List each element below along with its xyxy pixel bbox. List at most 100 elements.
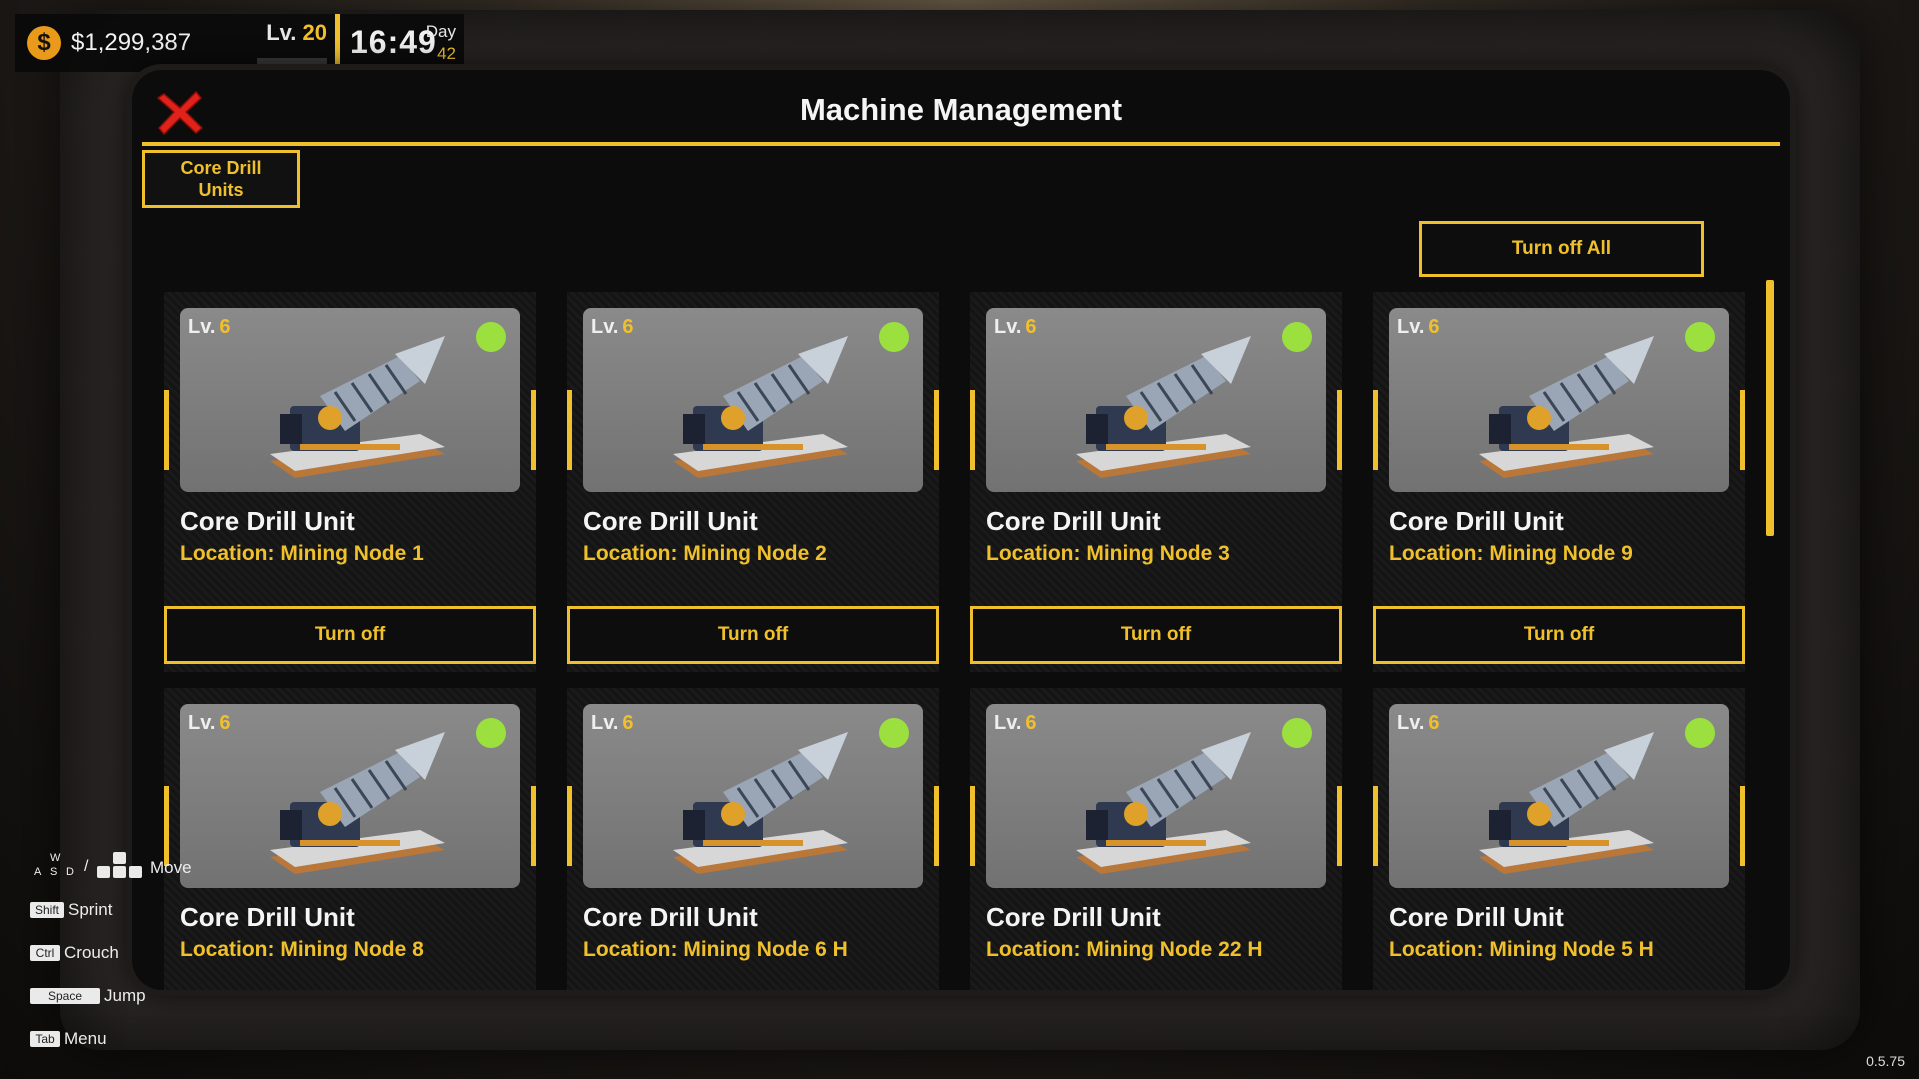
core-drill-icon — [270, 336, 445, 478]
status-indicator — [879, 718, 909, 748]
crouch-hint: Ctrl Crouch — [30, 943, 119, 963]
core-drill-icon — [673, 732, 848, 874]
machine-location: Location: Mining Node 22 H — [986, 938, 1263, 961]
machine-level: Lv. 6 — [591, 712, 634, 734]
machine-card: Lv. 6 Core Drill Unit Location: Mining No… — [567, 292, 939, 672]
coin-icon: $ — [27, 26, 61, 60]
turn-off-button[interactable]: Turn off — [164, 606, 536, 664]
machine-name: Core Drill Unit — [1389, 506, 1564, 536]
machine-card: Lv. 6 Core Drill Unit Location: Mining No… — [970, 292, 1342, 672]
status-indicator — [879, 322, 909, 352]
card-side-marker — [1373, 390, 1378, 470]
card-side-marker — [1740, 390, 1745, 470]
xp-bar — [257, 58, 327, 66]
money-display: $ $1,299,387 — [15, 14, 235, 72]
machine-location: Location: Mining Node 6 H — [583, 938, 848, 961]
day-value: 42 — [437, 44, 456, 63]
machine-name: Core Drill Unit — [180, 506, 355, 536]
card-side-marker — [1337, 390, 1342, 470]
jump-hint: Space Jump — [30, 986, 146, 1006]
machine-location: Location: Mining Node 9 — [1389, 542, 1633, 565]
panel-title: Machine Management — [799, 92, 1123, 127]
machine-level: Lv. 6 — [188, 712, 231, 734]
card-side-marker — [1337, 786, 1342, 866]
core-drill-icon — [1479, 732, 1654, 874]
core-drill-icon — [673, 336, 848, 478]
ctrl-key: Ctrl — [30, 945, 60, 961]
level-label: Lv. — [266, 20, 297, 45]
machine-level: Lv. 6 — [994, 316, 1037, 338]
card-side-marker — [934, 786, 939, 866]
machine-name: Core Drill Unit — [1389, 902, 1564, 932]
core-drill-icon — [1076, 732, 1251, 874]
machine-thumbnail: Lv. 6 — [583, 704, 923, 888]
status-indicator — [476, 718, 506, 748]
player-level: Lv. 20 — [235, 14, 335, 72]
machine-name: Core Drill Unit — [986, 506, 1161, 536]
card-side-marker — [934, 390, 939, 470]
machine-thumbnail: Lv. 6 — [986, 308, 1326, 492]
card-side-marker — [567, 786, 572, 866]
menu-hint: Tab Menu — [30, 1029, 107, 1049]
machine-name: Core Drill Unit — [583, 902, 758, 932]
top-hud: $ $1,299,387 Lv. 20 16:49 Day 42 — [15, 14, 464, 72]
machine-level: Lv. 6 — [1397, 316, 1440, 338]
core-drill-icon — [270, 732, 445, 874]
card-side-marker — [164, 390, 169, 470]
machine-location: Location: Mining Node 2 — [583, 542, 827, 565]
machine-card: Lv. 6 Core Drill Unit Location: Mining No… — [1373, 292, 1745, 672]
level-value: 20 — [302, 20, 327, 45]
core-drill-icon — [1076, 336, 1251, 478]
sprint-hint: Shift Sprint — [30, 900, 112, 920]
status-indicator — [1685, 322, 1715, 352]
clock: 16:49 Day 42 — [340, 14, 464, 72]
card-side-marker — [1740, 786, 1745, 866]
machine-thumbnail: Lv. 6 — [986, 704, 1326, 888]
time-value: 16:49 — [350, 24, 437, 60]
turn-off-button[interactable]: Turn off — [1373, 606, 1745, 664]
arrow-keys-icon — [95, 852, 145, 882]
machine-thumbnail: Lv. 6 — [180, 308, 520, 492]
wasd-keys: W A S D — [34, 852, 74, 878]
machine-location: Location: Mining Node 3 — [986, 542, 1230, 565]
machine-level: Lv. 6 — [994, 712, 1037, 734]
shift-key: Shift — [30, 902, 65, 918]
card-side-marker — [164, 786, 169, 866]
status-indicator — [1685, 718, 1715, 748]
tab-core-drill-units[interactable]: Core Drill Units — [142, 150, 300, 208]
machine-thumbnail: Lv. 6 — [180, 704, 520, 888]
machine-card: Lv. 6 Core Drill Unit Location: Mining No… — [164, 688, 536, 990]
machine-thumbnail: Lv. 6 — [1389, 308, 1729, 492]
status-indicator — [476, 322, 506, 352]
title-divider — [142, 142, 1780, 146]
card-side-marker — [531, 390, 536, 470]
move-hint: Move — [150, 858, 192, 877]
machine-card: Lv. 6 Core Drill Unit Location: Mining No… — [1373, 688, 1745, 990]
turn-off-all-button[interactable]: Turn off All — [1419, 221, 1704, 277]
tab-key: Tab — [30, 1031, 60, 1047]
machine-level: Lv. 6 — [188, 316, 231, 338]
card-side-marker — [1373, 786, 1378, 866]
machine-name: Core Drill Unit — [180, 902, 355, 932]
machine-management-panel: Machine Management Core Drill Units Turn… — [132, 70, 1790, 990]
status-indicator — [1282, 322, 1312, 352]
machine-card: Lv. 6 Core Drill Unit Location: Mining No… — [970, 688, 1342, 990]
machine-thumbnail: Lv. 6 — [1389, 704, 1729, 888]
machine-name: Core Drill Unit — [583, 506, 758, 536]
card-side-marker — [531, 786, 536, 866]
machine-card: Lv. 6 Core Drill Unit Location: Mining No… — [567, 688, 939, 990]
turn-off-button[interactable]: Turn off — [970, 606, 1342, 664]
day-label: Day — [425, 22, 456, 41]
machine-location: Location: Mining Node 8 — [180, 938, 424, 961]
card-side-marker — [970, 390, 975, 470]
card-side-marker — [970, 786, 975, 866]
machine-card: Lv. 6 Core Drill Unit Location: Mining No… — [164, 292, 536, 672]
card-side-marker — [567, 390, 572, 470]
core-drill-icon — [1479, 336, 1654, 478]
status-indicator — [1282, 718, 1312, 748]
turn-off-button[interactable]: Turn off — [567, 606, 939, 664]
scrollbar[interactable] — [1766, 280, 1774, 536]
machine-location: Location: Mining Node 5 H — [1389, 938, 1654, 961]
machine-thumbnail: Lv. 6 — [583, 308, 923, 492]
machine-level: Lv. 6 — [591, 316, 634, 338]
